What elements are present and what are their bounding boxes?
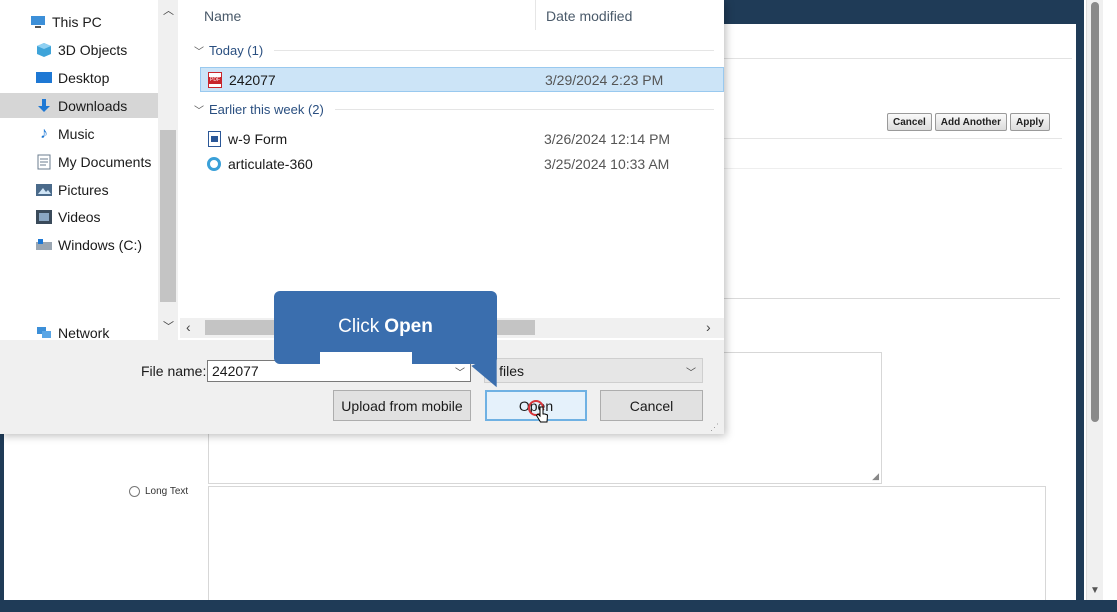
nav-item-network[interactable]: Network xyxy=(0,324,158,340)
nav-item-3d-objects[interactable]: 3D Objects xyxy=(0,37,158,62)
navigation-pane: This PC 3D Objects Desktop Downloads ♪ M… xyxy=(0,0,180,340)
nav-item-label: Pictures xyxy=(58,181,109,198)
group-divider xyxy=(274,49,714,51)
group-header-today[interactable]: ﹀ Today (1) xyxy=(194,40,714,60)
chevron-down-icon[interactable]: ﹀ xyxy=(163,318,174,334)
chevron-down-icon: ﹀ xyxy=(194,105,204,117)
file-date: 3/29/2024 2:23 PM xyxy=(545,71,664,88)
page-scrollbar[interactable]: ▼ xyxy=(1086,0,1103,600)
file-row[interactable]: w-9 Form 3/26/2024 12:14 PM xyxy=(200,126,724,151)
music-note-icon: ♪ xyxy=(40,124,48,142)
column-header-date-modified[interactable]: Date modified xyxy=(546,8,632,24)
nav-item-label: Windows (C:) xyxy=(58,236,143,253)
nav-item-label: My Documents xyxy=(58,153,152,170)
nav-item-videos[interactable]: Videos xyxy=(0,204,158,229)
chevron-up-icon[interactable]: ︿ xyxy=(163,2,174,18)
long-text-label: Long Text xyxy=(145,486,189,497)
file-row[interactable]: articulate-360 3/25/2024 10:33 AM xyxy=(200,151,724,176)
documents-icon xyxy=(36,154,52,169)
nav-item-pictures[interactable]: Pictures xyxy=(0,177,158,202)
pictures-icon xyxy=(36,183,52,197)
nav-scrollbar[interactable]: ︿ ﹀ xyxy=(158,0,178,340)
chevron-down-icon: ﹀ xyxy=(686,368,696,379)
nav-item-this-pc[interactable]: This PC xyxy=(0,9,158,34)
file-list: Name Date modified ﹀ Today (1) 242077 3/… xyxy=(180,0,724,340)
nav-item-label: Network xyxy=(58,325,110,340)
nav-item-desktop[interactable]: Desktop xyxy=(0,65,158,90)
callout-text: Click xyxy=(338,316,380,337)
page-right-border xyxy=(1076,0,1084,612)
callout-emphasis: Open xyxy=(384,316,433,337)
column-header: Name Date modified xyxy=(180,0,724,30)
page-action-bar: Cancel Add Another Apply xyxy=(887,113,1050,131)
desktop-icon xyxy=(36,71,52,85)
cube-icon xyxy=(36,42,52,57)
long-text-textarea[interactable] xyxy=(208,486,1046,612)
page-add-another-button[interactable]: Add Another xyxy=(934,113,1007,131)
drive-icon xyxy=(36,238,52,252)
pc-icon xyxy=(30,15,46,29)
nav-item-label: Desktop xyxy=(58,69,110,86)
network-icon xyxy=(36,326,52,340)
file-date: 3/26/2024 12:14 PM xyxy=(544,130,671,147)
page-divider xyxy=(722,298,1060,299)
nav-item-label: Videos xyxy=(58,208,101,225)
file-name-label: File name: xyxy=(141,363,207,379)
column-header-name[interactable]: Name xyxy=(204,8,241,24)
nav-item-music[interactable]: ♪ Music xyxy=(0,121,158,146)
file-row[interactable]: 242077 3/29/2024 2:23 PM xyxy=(200,67,724,92)
page-divider xyxy=(722,168,1062,169)
nav-item-downloads[interactable]: Downloads xyxy=(0,93,158,118)
group-header-earlier-this-week[interactable]: ﹀ Earlier this week (2) xyxy=(194,99,714,119)
page-divider xyxy=(722,58,1072,59)
file-type-select[interactable]: ll files ﹀ xyxy=(484,358,703,383)
long-text-radio[interactable] xyxy=(129,486,140,497)
column-divider[interactable] xyxy=(535,0,536,30)
file-name: w-9 Form xyxy=(228,130,288,147)
page-divider xyxy=(722,138,1062,139)
group-label: Today (1) xyxy=(209,42,264,58)
nav-item-label: Music xyxy=(58,125,95,142)
file-name: 242077 xyxy=(229,71,276,88)
nav-scrollbar-thumb[interactable] xyxy=(160,130,176,302)
nav-item-windows-c[interactable]: Windows (C:) xyxy=(0,232,158,257)
download-arrow-icon xyxy=(36,98,52,113)
page-left-border xyxy=(0,430,4,612)
scroll-down-arrow-icon[interactable]: ▼ xyxy=(1090,585,1100,596)
chevron-down-icon[interactable]: ﹀ xyxy=(455,364,465,379)
cancel-button[interactable]: Cancel xyxy=(600,390,703,421)
screen: Cancel Add Another Apply ◢ Long Text ▼ T… xyxy=(0,0,1117,612)
page-bottom-bar xyxy=(0,600,1117,612)
file-open-dialog: This PC 3D Objects Desktop Downloads ♪ M… xyxy=(0,0,724,434)
nav-item-label: This PC xyxy=(52,13,102,30)
chevron-down-icon: ﹀ xyxy=(194,46,204,58)
callout-mask xyxy=(320,352,412,364)
page-apply-button[interactable]: Apply xyxy=(1009,113,1050,131)
videos-icon xyxy=(36,209,52,224)
chevron-right-icon[interactable]: › xyxy=(706,319,711,335)
page-header-bar xyxy=(720,0,1084,24)
long-text-option[interactable]: Long Text xyxy=(129,486,188,497)
nav-item-label: 3D Objects xyxy=(58,41,128,58)
group-label: Earlier this week (2) xyxy=(209,101,324,117)
resize-grip-icon[interactable]: ◢ xyxy=(872,471,879,482)
pdf-icon xyxy=(207,71,223,88)
resize-grip-icon[interactable]: ⋰ xyxy=(710,422,719,433)
upload-from-mobile-button[interactable]: Upload from mobile xyxy=(333,390,471,421)
file-name: articulate-360 xyxy=(228,155,313,172)
nav-item-label: Downloads xyxy=(58,97,128,114)
page-scrollbar-thumb[interactable] xyxy=(1091,2,1099,422)
group-divider xyxy=(334,108,714,110)
nav-item-my-documents[interactable]: My Documents xyxy=(0,149,158,174)
chevron-left-icon[interactable]: ‹ xyxy=(186,319,191,335)
app-icon xyxy=(206,156,222,172)
file-date: 3/25/2024 10:33 AM xyxy=(544,155,670,172)
document-icon xyxy=(206,130,222,147)
page-cancel-button[interactable]: Cancel xyxy=(887,113,932,131)
hand-cursor-icon xyxy=(535,406,549,427)
